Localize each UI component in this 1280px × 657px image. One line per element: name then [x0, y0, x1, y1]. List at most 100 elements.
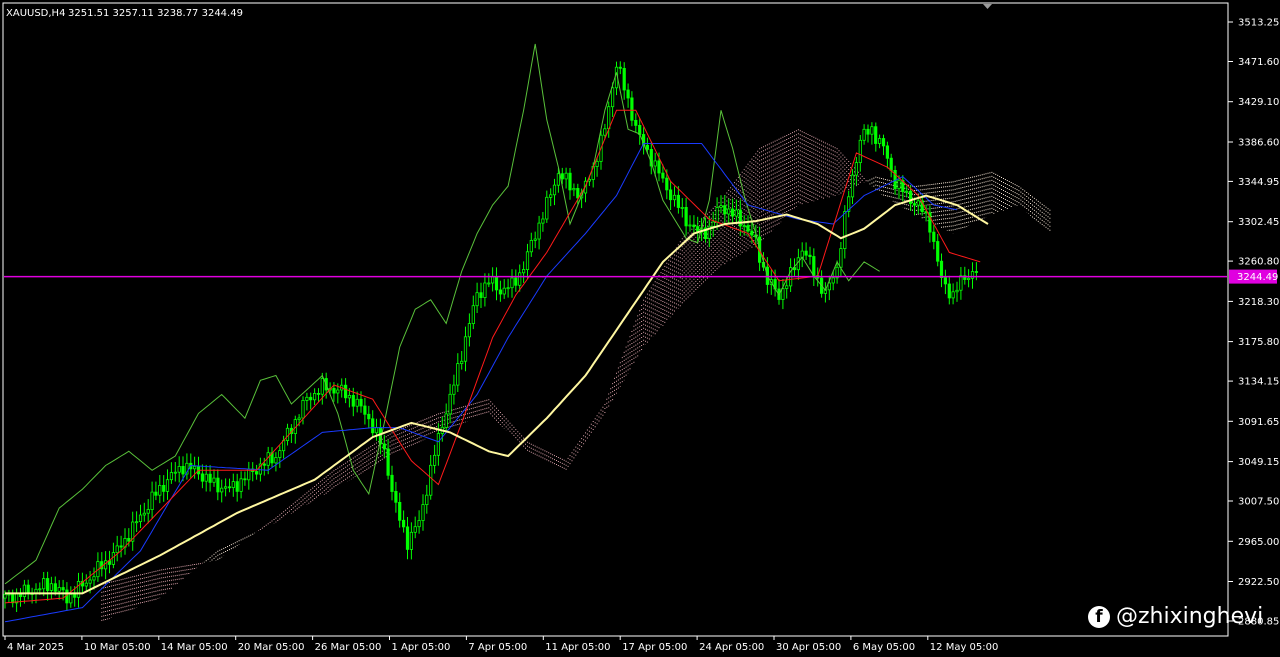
chart-shift-marker-icon[interactable]: [983, 4, 992, 9]
candle: [885, 141, 890, 169]
candle: [162, 475, 166, 502]
candle: [510, 269, 514, 298]
candle: [154, 481, 158, 501]
y-tick-label: 2922.50: [1238, 577, 1279, 588]
candle: [421, 494, 425, 531]
candle: [444, 403, 448, 432]
candle: [309, 392, 313, 410]
y-tick-label: 3260.80: [1238, 257, 1279, 268]
ohlc-label: 3251.51 3257.11 3238.77 3244.49: [68, 8, 243, 19]
candle: [812, 248, 816, 286]
candle: [901, 175, 905, 202]
candle: [463, 326, 468, 372]
price-chart[interactable]: XAUUSD,H4 3251.51 3257.11 3238.77 3244.4…: [0, 0, 1280, 657]
candle: [343, 378, 348, 404]
chart-area[interactable]: XAUUSD,H4 3251.51 3257.11 3238.77 3244.4…: [0, 0, 1280, 657]
candle: [220, 479, 224, 503]
candle: [467, 313, 472, 347]
x-tick-label: 20 Mar 05:00: [238, 642, 305, 653]
candle: [22, 579, 27, 604]
candle: [390, 465, 394, 501]
candle: [26, 579, 30, 600]
x-tick-label: 7 Apr 05:00: [468, 642, 527, 653]
candle: [626, 83, 630, 108]
candle: [734, 199, 739, 223]
candle: [878, 134, 882, 149]
candle: [305, 392, 309, 411]
candle: [382, 434, 386, 458]
candle: [800, 242, 804, 268]
candle: [131, 511, 135, 551]
candle: [870, 122, 874, 145]
candle: [533, 231, 537, 249]
x-tick-label: 10 Mar 05:00: [84, 642, 151, 653]
candle: [251, 462, 255, 482]
candle: [715, 197, 719, 230]
candle: [247, 461, 251, 490]
y-tick-label: 2965.00: [1238, 537, 1279, 548]
x-tick-label: 4 Mar 2025: [7, 642, 64, 653]
y-tick-label: 3134.15: [1238, 377, 1279, 388]
watermark-text: @zhixinghevi: [1116, 604, 1264, 629]
candle: [239, 471, 243, 499]
y-tick-label: 3218.30: [1238, 297, 1279, 308]
y-tick-label: 3429.10: [1238, 97, 1279, 108]
x-tick-label: 11 Apr 05:00: [545, 642, 610, 653]
candle: [823, 282, 828, 303]
candle: [138, 504, 143, 528]
candle: [502, 279, 506, 299]
candle: [905, 185, 909, 197]
candle: [115, 535, 119, 562]
candle: [881, 134, 886, 156]
candle: [316, 388, 321, 402]
candle: [278, 445, 282, 468]
price-axis: 3513.25 3471.60 3429.10 3386.60 3344.95 3302.…: [1228, 18, 1279, 628]
time-axis: 4 Mar 2025 10 Mar 05:00 14 Mar 05:00 20 Mar…: [4, 636, 998, 653]
candle: [96, 552, 100, 582]
candle: [974, 262, 979, 281]
candle: [529, 232, 533, 257]
candle: [76, 572, 81, 608]
candle: [564, 167, 568, 189]
candle: [684, 197, 688, 236]
candle: [858, 135, 862, 172]
candle: [134, 511, 139, 532]
candle: [634, 113, 638, 133]
candles: [3, 61, 979, 612]
candle: [165, 469, 170, 500]
facebook-icon: f: [1088, 605, 1110, 628]
candle: [100, 552, 104, 577]
candle: [789, 258, 793, 292]
candle: [111, 542, 115, 569]
y-tick-label: 3007.50: [1238, 497, 1279, 508]
candle: [146, 499, 150, 524]
candle: [711, 211, 715, 237]
candle: [417, 510, 421, 534]
candle: [425, 484, 429, 514]
y-tick-label: 3386.60: [1238, 138, 1279, 149]
candle: [169, 462, 173, 484]
candle: [947, 275, 951, 305]
candle: [525, 243, 530, 280]
candle: [506, 278, 510, 298]
candle: [386, 439, 390, 480]
candle: [394, 481, 398, 513]
candle: [367, 405, 371, 429]
candle: [866, 124, 870, 143]
candle: [669, 181, 673, 210]
candle: [850, 169, 855, 204]
candle: [208, 465, 212, 492]
x-tick-label: 14 Mar 05:00: [161, 642, 228, 653]
candle: [200, 464, 204, 489]
candle: [808, 246, 812, 265]
candle: [107, 550, 112, 574]
symbol-label: XAUUSD,H4: [6, 8, 65, 19]
candle: [649, 141, 653, 175]
candle: [150, 481, 154, 519]
y-tick-label: 3513.25: [1238, 18, 1279, 29]
price-tag-label: 3244.49: [1237, 272, 1278, 283]
x-tick-label: 30 Apr 05:00: [776, 642, 841, 653]
candle: [572, 183, 576, 197]
candle: [854, 157, 859, 186]
candle: [583, 177, 588, 203]
